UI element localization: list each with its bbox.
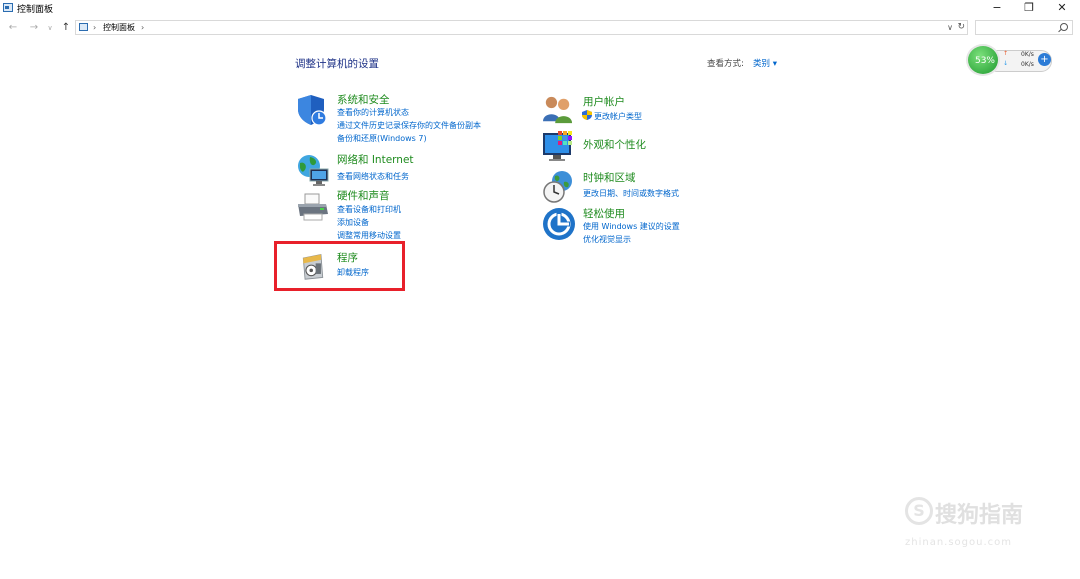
link-mobility-settings[interactable]: 调整常用移动设置 — [337, 230, 401, 241]
view-by-label: 查看方式: — [707, 59, 744, 69]
control-panel-icon — [3, 3, 13, 12]
download-arrow-icon: ↓ — [1003, 60, 1009, 67]
recent-locations-button[interactable]: ∨ — [43, 21, 57, 35]
sogou-logo: S — [905, 497, 933, 525]
address-toolbar: ← → ∨ ↑ › 控制面板 › ∨ ↻ — [0, 18, 1080, 38]
personalization-icon[interactable] — [542, 129, 576, 163]
category-title[interactable]: 硬件和声音 — [337, 188, 390, 203]
address-dropdown-button[interactable]: ∨ — [947, 21, 953, 34]
upload-speed: 0K/s — [1021, 51, 1034, 58]
printer-icon[interactable] — [296, 190, 330, 224]
category-title[interactable]: 时钟和区域 — [583, 170, 636, 185]
up-button[interactable]: ↑ — [59, 21, 73, 35]
download-speed: 0K/s — [1021, 61, 1034, 68]
control-panel-icon — [79, 23, 88, 31]
shield-icon[interactable] — [296, 93, 330, 127]
watermark-text: 搜狗指南 — [935, 503, 1024, 528]
category-title[interactable]: 外观和个性化 — [583, 137, 646, 152]
link-network-status[interactable]: 查看网络状态和任务 — [337, 171, 409, 182]
link-file-history[interactable]: 通过文件历史记录保存你的文件备份副本 — [337, 120, 481, 131]
link-optimize-visual-display[interactable]: 优化视觉显示 — [583, 234, 631, 245]
users-icon[interactable] — [542, 95, 574, 125]
accelerate-button[interactable]: + — [1038, 53, 1051, 66]
breadcrumb-separator[interactable]: › — [93, 21, 96, 34]
clock-globe-icon[interactable] — [542, 170, 576, 204]
link-backup-restore[interactable]: 备份和还原(Windows 7) — [337, 133, 427, 144]
page-title: 调整计算机的设置 — [295, 58, 379, 70]
category-title[interactable]: 用户帐户 — [583, 94, 625, 109]
globe-network-icon[interactable] — [296, 153, 330, 187]
back-button[interactable]: ← — [6, 21, 20, 35]
maximize-button[interactable]: ❐ — [1012, 0, 1046, 16]
ease-of-access-icon[interactable] — [542, 207, 576, 241]
link-view-computer-status[interactable]: 查看你的计算机状态 — [337, 107, 409, 118]
minimize-button[interactable]: − — [980, 0, 1014, 16]
window-title: 控制面板 — [17, 5, 54, 15]
address-bar[interactable]: › 控制面板 › ∨ ↻ — [75, 20, 968, 35]
link-add-device[interactable]: 添加设备 — [337, 217, 369, 228]
breadcrumb-control-panel[interactable]: 控制面板 — [103, 21, 135, 34]
uac-shield-icon — [582, 110, 592, 120]
link-devices-printers[interactable]: 查看设备和打印机 — [337, 204, 401, 215]
forward-button[interactable]: → — [27, 21, 41, 35]
highlight-box — [274, 241, 405, 291]
upload-arrow-icon: ↑ — [1003, 50, 1009, 57]
link-change-account-type[interactable]: 更改帐户类型 — [594, 111, 642, 122]
memory-usage-ball[interactable]: 53% — [966, 44, 1000, 76]
breadcrumb-separator[interactable]: › — [141, 21, 144, 34]
view-by-dropdown[interactable]: 类别 ▾ — [753, 57, 777, 69]
search-input[interactable] — [975, 20, 1073, 35]
refresh-button[interactable]: ↻ — [957, 21, 965, 34]
link-change-date-time[interactable]: 更改日期、时间或数字格式 — [583, 188, 679, 199]
search-icon[interactable] — [1060, 23, 1068, 31]
watermark-url: zhinan.sogou.com — [905, 537, 1013, 548]
title-bar: 控制面板 − ❐ ✕ — [0, 0, 1080, 16]
close-button[interactable]: ✕ — [1045, 0, 1079, 16]
category-title[interactable]: 系统和安全 — [337, 92, 390, 107]
link-recommended-settings[interactable]: 使用 Windows 建议的设置 — [583, 221, 680, 232]
watermark: S 搜狗指南 zhinan.sogou.com — [905, 497, 1055, 557]
memory-usage-percent: 53% — [974, 56, 995, 66]
category-title[interactable]: 网络和 Internet — [337, 152, 414, 167]
category-title[interactable]: 轻松使用 — [583, 206, 625, 221]
